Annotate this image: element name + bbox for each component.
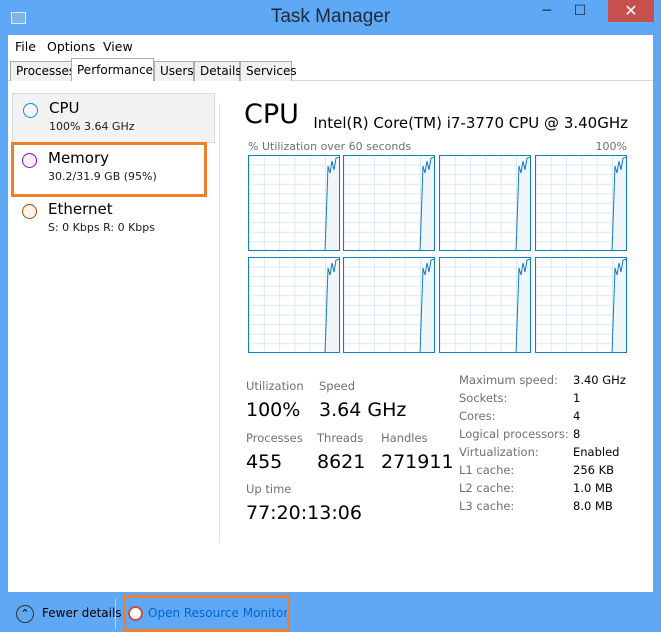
detail-label: Cores: (459, 409, 496, 423)
fewer-details-button[interactable]: Fewer details (42, 606, 122, 620)
cpu-circle-icon (23, 103, 38, 118)
threads-value: 8621 (317, 451, 366, 473)
threads-label: Threads (317, 431, 364, 445)
tab-bar: Processes Performance Users Details Serv… (8, 57, 653, 82)
menu-view[interactable]: View (103, 39, 133, 54)
tab-details[interactable]: Details (194, 61, 242, 81)
cpu-core-graph (248, 155, 340, 251)
detail-label: L1 cache: (459, 463, 515, 477)
speed-value: 3.64 GHz (319, 399, 407, 421)
tab-performance[interactable]: Performance (71, 58, 154, 82)
close-button[interactable]: ✕ (608, 0, 654, 22)
window-client: File Options View Processes Performance … (8, 35, 653, 632)
detail-label: Logical processors: (459, 427, 569, 441)
graph-max: 100% (595, 140, 627, 153)
tab-users[interactable]: Users (154, 61, 194, 81)
sidebar-item-ethernet[interactable]: Ethernet S: 0 Kbps R: 0 Kbps (12, 195, 215, 245)
tab-processes[interactable]: Processes (10, 61, 75, 81)
memory-highlight-box (11, 142, 207, 197)
detail-value: 4 (573, 409, 581, 423)
sidebar-item-value: S: 0 Kbps R: 0 Kbps (48, 221, 155, 234)
window-title: Task Manager (270, 6, 391, 27)
uptime-label: Up time (246, 482, 292, 496)
menu-file[interactable]: File (15, 39, 36, 54)
cpu-core-graph (343, 257, 435, 353)
detail-value: 8 (573, 427, 581, 441)
handles-value: 271911 (381, 451, 454, 473)
speed-label: Speed (319, 379, 356, 393)
panel-divider[interactable] (219, 103, 220, 543)
detail-value: 8.0 MB (573, 499, 613, 513)
menu-bar: File Options View (8, 35, 653, 57)
cpu-model: Intel(R) Core(TM) i7-3770 CPU @ 3.40GHz (313, 114, 628, 132)
cpu-core-graph (439, 257, 531, 353)
sidebar-item-label: CPU (49, 99, 80, 117)
detail-value: 256 KB (573, 463, 615, 477)
handles-label: Handles (381, 431, 428, 445)
detail-label: L2 cache: (459, 481, 515, 495)
processes-value: 455 (246, 451, 283, 473)
cpu-core-graph (343, 155, 435, 251)
detail-value: 1 (573, 391, 581, 405)
minimize-button[interactable]: ─ (533, 0, 561, 22)
detail-label: Virtualization: (459, 445, 539, 459)
utilization-label: Utilization (246, 379, 304, 393)
detail-label: Maximum speed: (459, 373, 558, 387)
page-title: CPU (244, 99, 299, 130)
detail-label: L3 cache: (459, 499, 515, 513)
sidebar-item-cpu[interactable]: CPU 100% 3.64 GHz (12, 93, 215, 143)
cpu-core-graph (535, 257, 627, 353)
cpu-core-graph (248, 257, 340, 353)
detail-label: Sockets: (459, 391, 508, 405)
footer-separator (115, 599, 116, 629)
cpu-core-graph (535, 155, 627, 251)
ethernet-circle-icon (22, 204, 37, 219)
uptime-value: 77:20:13:06 (246, 502, 362, 524)
sidebar-item-label: Ethernet (48, 200, 113, 218)
performance-panel: CPU 100% 3.64 GHz Memory 30.2/31.9 GB (9… (8, 81, 653, 632)
cpu-core-graph (439, 155, 531, 251)
sidebar-item-value: 100% 3.64 GHz (49, 120, 135, 133)
detail-value: 1.0 MB (573, 481, 613, 495)
title-bar: Task Manager ─ ☐ ✕ (0, 0, 661, 36)
utilization-value: 100% (246, 399, 301, 421)
menu-options[interactable]: Options (47, 39, 95, 54)
chevron-up-icon[interactable]: ⌃ (16, 605, 34, 623)
maximize-button[interactable]: ☐ (566, 0, 594, 22)
graph-label: % Utilization over 60 seconds (248, 140, 412, 153)
resource-monitor-highlight-box (123, 595, 290, 632)
detail-value: Enabled (573, 445, 620, 459)
detail-value: 3.40 GHz (573, 373, 626, 387)
processes-label: Processes (246, 431, 303, 445)
tab-services[interactable]: Services (240, 61, 297, 81)
